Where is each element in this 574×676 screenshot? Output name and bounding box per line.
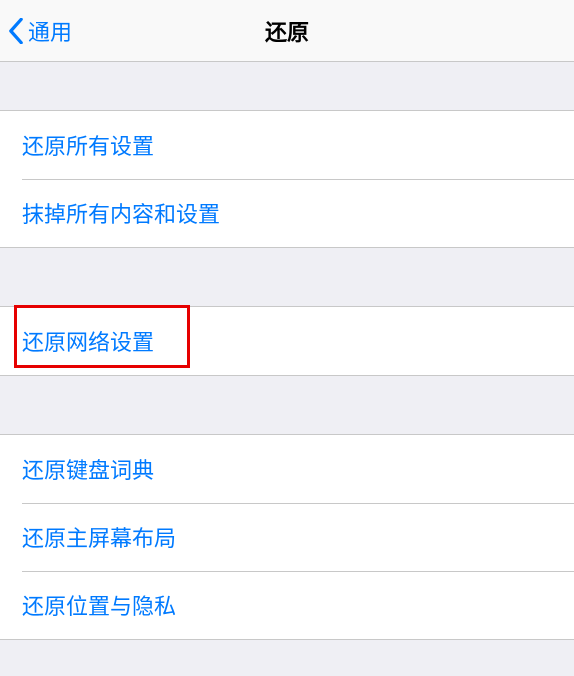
list-item-label: 还原网络设置	[22, 330, 154, 355]
nav-header: 通用 还原	[0, 0, 574, 62]
list-item-label: 抹掉所有内容和设置	[22, 202, 220, 227]
reset-network-settings[interactable]: 还原网络设置	[0, 307, 574, 375]
section-spacer	[0, 376, 574, 434]
list-item-label: 还原主屏幕布局	[22, 526, 176, 551]
list-item-label: 还原位置与隐私	[22, 594, 176, 619]
reset-home-screen-layout[interactable]: 还原主屏幕布局	[0, 503, 574, 571]
reset-keyboard-dictionary[interactable]: 还原键盘词典	[0, 435, 574, 503]
settings-group-2: 还原网络设置	[0, 306, 574, 376]
section-spacer	[0, 62, 574, 110]
section-spacer	[0, 248, 574, 306]
list-item-label: 还原所有设置	[22, 134, 154, 159]
back-label: 通用	[28, 15, 72, 47]
list-item-label: 还原键盘词典	[22, 458, 154, 483]
page-title: 还原	[265, 15, 309, 47]
settings-group-3: 还原键盘词典 还原主屏幕布局 还原位置与隐私	[0, 434, 574, 640]
erase-all-content[interactable]: 抹掉所有内容和设置	[0, 179, 574, 247]
settings-group-1: 还原所有设置 抹掉所有内容和设置	[0, 110, 574, 248]
back-button[interactable]: 通用	[0, 15, 72, 47]
chevron-left-icon	[8, 18, 24, 44]
reset-location-privacy[interactable]: 还原位置与隐私	[0, 571, 574, 639]
reset-all-settings[interactable]: 还原所有设置	[0, 111, 574, 179]
